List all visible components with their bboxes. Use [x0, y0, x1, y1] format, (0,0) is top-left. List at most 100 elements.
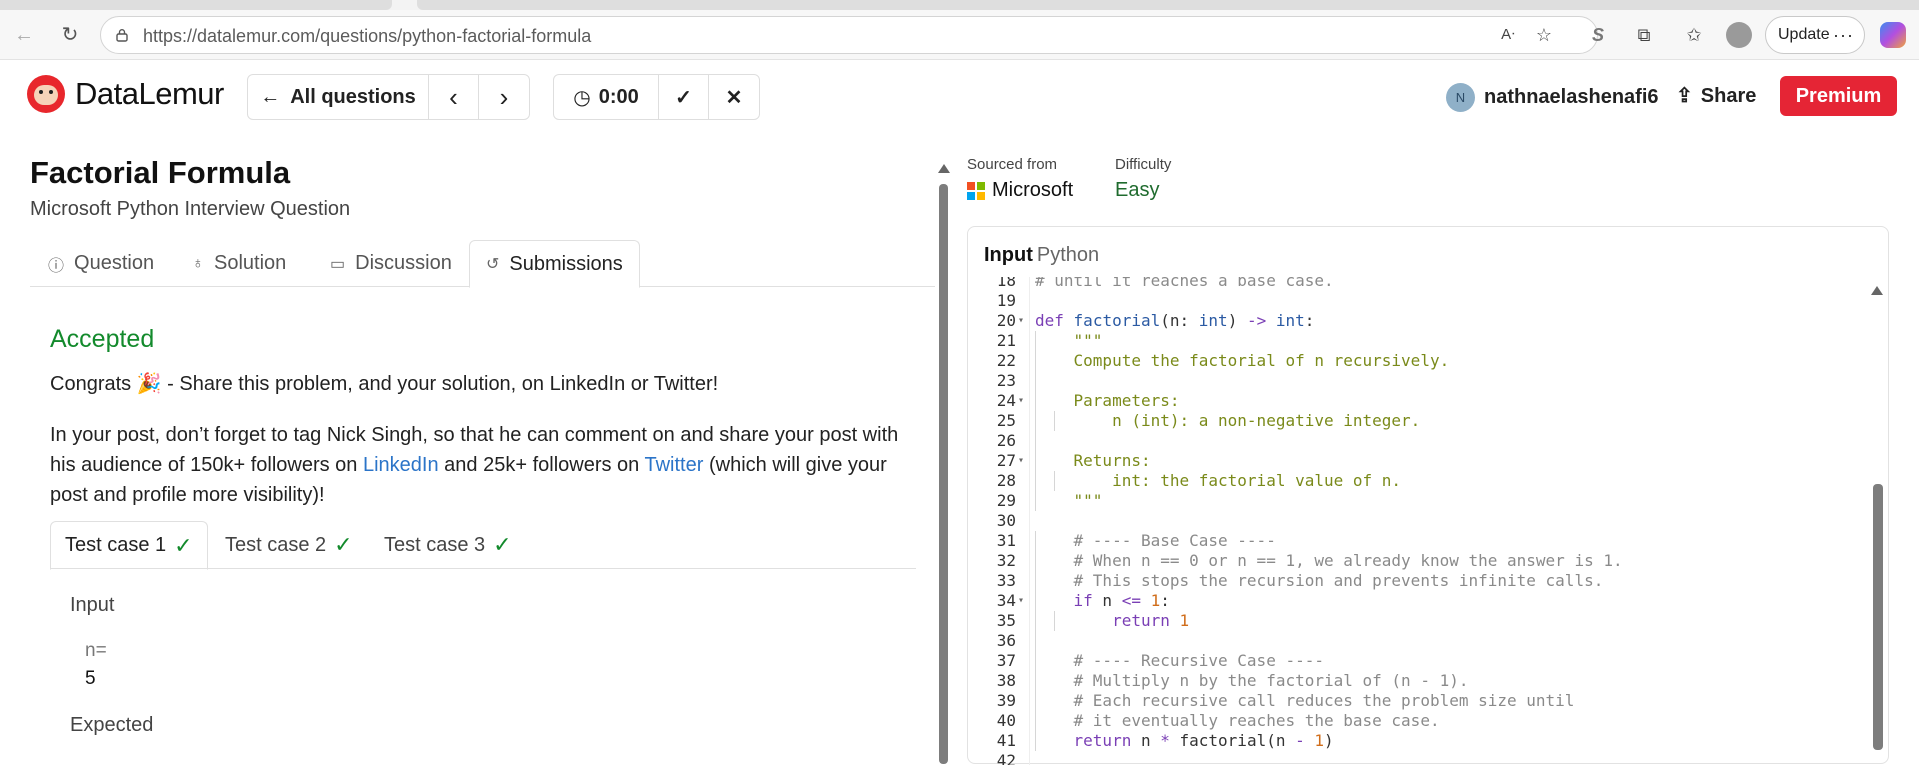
timer-start-button[interactable]: ✓: [659, 75, 709, 119]
logo-text: DataLemur: [75, 76, 224, 111]
difficulty-value: Easy: [1115, 179, 1160, 201]
copilot-icon[interactable]: [1880, 22, 1906, 48]
chevron-left-icon: ‹: [449, 81, 458, 112]
line-number: 39: [996, 691, 1016, 710]
code-line: 40 # it eventually reaches the base case…: [968, 711, 1888, 731]
history-icon: ↺: [486, 256, 500, 273]
difficulty-label: Difficulty: [1115, 156, 1172, 173]
editor-scroll-up-icon[interactable]: [1871, 286, 1883, 295]
tab-label: Solution: [214, 252, 287, 274]
test-case-tab-2[interactable]: Test case 2 ✓: [225, 521, 353, 569]
panel-splitter[interactable]: [937, 160, 950, 764]
tab-question[interactable]: ⓘ Question: [48, 240, 154, 287]
tab-submissions[interactable]: ↺ Submissions: [469, 240, 640, 288]
line-number: 36: [996, 631, 1016, 650]
fold-toggle-icon[interactable]: ▾: [1018, 451, 1024, 471]
code-text: # ---- Base Case ----: [1035, 531, 1276, 550]
editor-scrollbar[interactable]: [1873, 484, 1883, 750]
line-number: 21: [996, 331, 1016, 350]
update-label: Update: [1778, 26, 1830, 43]
timer-reset-button[interactable]: ✕: [709, 75, 759, 119]
all-questions-label: All questions: [290, 85, 416, 108]
question-nav-group: ← All questions ‹ ›: [247, 74, 530, 120]
line-number: 23: [996, 371, 1016, 390]
fold-toggle-icon[interactable]: ▾: [1018, 391, 1024, 411]
code-line: 21 """: [968, 331, 1888, 351]
datalemur-logo[interactable]: DataLemur: [27, 74, 224, 114]
fold-toggle-icon[interactable]: ▾: [1018, 311, 1024, 331]
code-line: 32 # When n == 0 or n == 1, we already k…: [968, 551, 1888, 571]
check-icon: ✓: [174, 532, 193, 558]
check-icon: ✓: [675, 86, 692, 109]
browser-tab[interactable]: [0, 0, 392, 10]
code-text: """: [1035, 491, 1103, 510]
code-text: if n <= 1:: [1073, 591, 1170, 610]
line-number: 40: [996, 711, 1016, 730]
share-button[interactable]: ⇪ Share: [1676, 83, 1756, 108]
code-line: 36: [968, 631, 1888, 651]
test-case-tabs: Test case 1 ✓ Test case 2 ✓ Test case 3 ✓: [50, 521, 916, 570]
code-line: 18 # until it reaches a base case.: [968, 277, 1888, 291]
extensions-puzzle-icon[interactable]: ⧉: [1633, 24, 1655, 46]
refresh-icon[interactable]: ↻: [58, 23, 82, 47]
user-menu[interactable]: N nathnaelashenafi6: [1446, 83, 1659, 112]
profile-icon[interactable]: [1726, 22, 1752, 48]
premium-button[interactable]: Premium: [1780, 76, 1897, 116]
code-area[interactable]: 18 # until it reaches a base case. 19 20 ▾ de…: [968, 277, 1888, 765]
code-editor: Input Python 18 # until it reaches a base …: [967, 226, 1889, 765]
code-text: # ---- Recursive Case ----: [1035, 651, 1324, 670]
favorite-star-icon[interactable]: ☆: [1533, 24, 1555, 46]
url-path: /questions/python-factorial-formula: [315, 26, 592, 46]
test-case-tab-1[interactable]: Test case 1 ✓: [50, 521, 208, 570]
tab-discussion[interactable]: ▭ Discussion: [330, 240, 452, 287]
line-number: 41: [996, 731, 1016, 750]
code-line: 37 # ---- Recursive Case ----: [968, 651, 1888, 671]
next-question-button[interactable]: ›: [479, 75, 529, 119]
code-line: 22 Compute the factorial of n recursivel…: [968, 351, 1888, 371]
indent-guide: [1035, 331, 1036, 511]
fold-toggle-icon[interactable]: ▾: [1018, 591, 1024, 611]
arrow-left-icon: ←: [260, 85, 281, 108]
question-circle-icon: ⓘ: [48, 257, 65, 275]
left-scrollbar[interactable]: [939, 184, 948, 764]
line-number: 34: [996, 591, 1016, 610]
close-icon: ✕: [725, 86, 743, 109]
more-icon[interactable]: ···: [1833, 17, 1854, 53]
code-text: n (int): a non-negative integer.: [1035, 411, 1421, 430]
update-button[interactable]: Update ···: [1765, 16, 1865, 54]
indent-guide: [1054, 611, 1055, 631]
extension-s-icon[interactable]: S: [1587, 24, 1609, 46]
param-value: 5: [85, 668, 96, 689]
editor-input-label: Input: [984, 244, 1033, 266]
code-text: Parameters:: [1035, 391, 1180, 410]
browser-tab-strip: [0, 0, 1919, 10]
tab-solution[interactable]: ♁ Solution: [192, 240, 286, 287]
test-case-tab-3[interactable]: Test case 3 ✓: [384, 521, 512, 569]
tag-paragraph: In your post, don’t forget to tag Nick S…: [50, 420, 920, 510]
submission-status: Accepted: [50, 325, 155, 353]
code-line: 24 ▾ Parameters:: [968, 391, 1888, 411]
browser-tab[interactable]: [417, 0, 1919, 10]
code-line: 38 # Multiply n by the factorial of (n -…: [968, 671, 1888, 691]
read-aloud-icon[interactable]: Aᐧ: [1497, 24, 1519, 46]
line-number: 38: [996, 671, 1016, 690]
line-number: 19: [996, 291, 1016, 310]
twitter-link[interactable]: Twitter: [645, 454, 704, 476]
code-line: 20 ▾ def factorial(n: int) -> int:: [968, 311, 1888, 331]
all-questions-button[interactable]: ← All questions: [248, 75, 429, 119]
input-label: Input: [70, 594, 115, 616]
address-bar[interactable]: https://datalemur.com/questions/python-f…: [100, 16, 1598, 54]
linkedin-link[interactable]: LinkedIn: [363, 454, 439, 476]
timer-button[interactable]: ◷ 0:00: [554, 75, 659, 119]
favorites-list-icon[interactable]: ✩: [1683, 24, 1705, 46]
line-number: 25: [996, 411, 1016, 430]
scroll-up-icon[interactable]: [938, 164, 950, 173]
code-line: 26: [968, 431, 1888, 451]
previous-question-button[interactable]: ‹: [429, 75, 479, 119]
back-arrow-icon[interactable]: ←: [12, 23, 36, 47]
code-text: # until it reaches a base case.: [1035, 277, 1334, 290]
tag-text: and 25k+ followers on: [438, 454, 645, 476]
url-host: https://datalemur.com: [143, 26, 316, 46]
url-text: https://datalemur.com/questions/python-f…: [143, 26, 591, 47]
line-number: 37: [996, 651, 1016, 670]
